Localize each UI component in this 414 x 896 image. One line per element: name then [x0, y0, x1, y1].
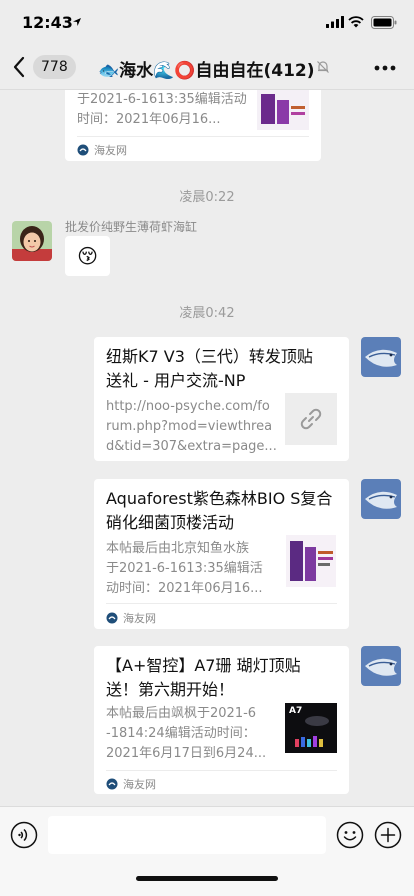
- card-source-label: 海友网: [94, 144, 127, 157]
- card-source: 海友网: [77, 142, 127, 158]
- wifi-icon: [348, 16, 364, 28]
- link-icon: [300, 408, 322, 430]
- link-card-outgoing[interactable]: 纽斯K7 V3（三代）转发顶贴 送礼 - 用户交流-NP http://noo-…: [94, 337, 349, 461]
- card-divider: [77, 136, 309, 137]
- card-thumbnail-image: A7: [285, 703, 337, 753]
- card-desc-line: 本帖最后由北京知鱼水族: [106, 541, 250, 556]
- card-title-line: 送礼 - 用户交流-NP: [106, 371, 246, 390]
- fish-avatar-image: [361, 479, 401, 519]
- card-source-label: 海友网: [123, 778, 156, 791]
- timestamp-separator: 凌晨0:42: [179, 306, 235, 321]
- card-desc-line: rum.php?mod=viewthrea: [106, 419, 273, 434]
- card-desc-line: -1814:24编辑活动时间：: [106, 726, 256, 741]
- source-logo-icon: [77, 144, 89, 156]
- card-desc-line: 于2021-6-1613:35编辑活动: [77, 92, 247, 107]
- link-thumbnail: [285, 393, 337, 445]
- mute-bell-icon: [317, 61, 329, 73]
- sender-name: 批发价纯野生薄荷虾海缸: [65, 220, 198, 234]
- card-title-line: 纽斯K7 V3（三代）转发顶贴: [106, 347, 313, 366]
- my-avatar[interactable]: [361, 337, 401, 377]
- child-avatar-image: [12, 221, 52, 261]
- card-desc-line: 于2021-6-1613:35编辑活: [106, 561, 263, 576]
- home-indicator: [136, 876, 278, 881]
- card-divider: [106, 603, 337, 604]
- chat-header: 778 🐟海水🌊⭕自由自在(412): [0, 44, 414, 90]
- source-logo-icon: [106, 778, 118, 790]
- voice-input-icon[interactable]: [10, 821, 38, 849]
- message-emoji: 😚: [77, 244, 98, 268]
- sender-avatar[interactable]: [12, 221, 52, 261]
- card-desc-line: 动时间：2021年06月16...: [106, 581, 263, 596]
- card-source: 海友网: [106, 610, 156, 626]
- card-desc-line: http://noo-psyche.com/fo: [106, 399, 270, 414]
- battery-icon: [371, 16, 397, 29]
- card-thumbnail-image: [257, 90, 309, 130]
- input-toolbar: [0, 806, 414, 896]
- chat-title[interactable]: 🐟海水🌊⭕自由自在(412): [98, 56, 328, 81]
- card-desc-line: d&tid=307&extra=page...: [106, 439, 277, 454]
- location-arrow-icon: [73, 18, 81, 26]
- timestamp-separator: 凌晨0:22: [179, 190, 235, 205]
- card-desc-line: 2021年6月17日到6月24...: [106, 746, 267, 761]
- fish-avatar-image: [361, 646, 401, 686]
- coral-light-icon: [295, 716, 329, 747]
- cellular-signal-icon: [326, 16, 344, 28]
- card-source-label: 海友网: [123, 612, 156, 625]
- more-options-icon[interactable]: [374, 65, 396, 71]
- card-title-line: 【A+智控】A7珊 瑚灯顶贴: [106, 656, 301, 675]
- plus-icon[interactable]: [374, 821, 402, 849]
- status-bar: 12:43: [0, 0, 414, 44]
- emoji-icon[interactable]: [336, 821, 364, 849]
- card-thumbnail-image: [286, 535, 336, 587]
- message-input[interactable]: [48, 816, 326, 854]
- unread-count-badge[interactable]: 778: [33, 55, 76, 79]
- fish-avatar-image: [361, 337, 401, 377]
- card-divider: [106, 770, 337, 771]
- card-desc-line: 本帖最后由飒枫于2021-6: [106, 706, 257, 721]
- back-arrow-icon[interactable]: [12, 56, 26, 78]
- card-desc-line: 时间：2021年06月16...: [77, 112, 221, 127]
- status-time: 12:43: [22, 13, 73, 32]
- card-title-line: 送！第六期开始！: [106, 680, 235, 699]
- link-card-outgoing[interactable]: Aquaforest紫色森林BIO S复合 硝化细菌顶楼活动 本帖最后由北京知鱼…: [94, 479, 349, 629]
- my-avatar[interactable]: [361, 479, 401, 519]
- card-title-line: 硝化细菌顶楼活动: [106, 513, 235, 532]
- card-title-line: Aquaforest紫色森林BIO S复合: [106, 489, 333, 508]
- chat-bubble-incoming[interactable]: 😚: [65, 236, 110, 276]
- my-avatar[interactable]: [361, 646, 401, 686]
- link-card-partial[interactable]: 于2021-6-1613:35编辑活动 时间：2021年06月16... 海友网: [65, 90, 321, 161]
- card-source: 海友网: [106, 776, 156, 792]
- link-card-outgoing[interactable]: 【A+智控】A7珊 瑚灯顶贴 送！第六期开始！ 本帖最后由飒枫于2021-6 -…: [94, 646, 349, 794]
- source-logo-icon: [106, 612, 118, 624]
- message-list[interactable]: 于2021-6-1613:35编辑活动 时间：2021年06月16... 海友网…: [0, 90, 414, 806]
